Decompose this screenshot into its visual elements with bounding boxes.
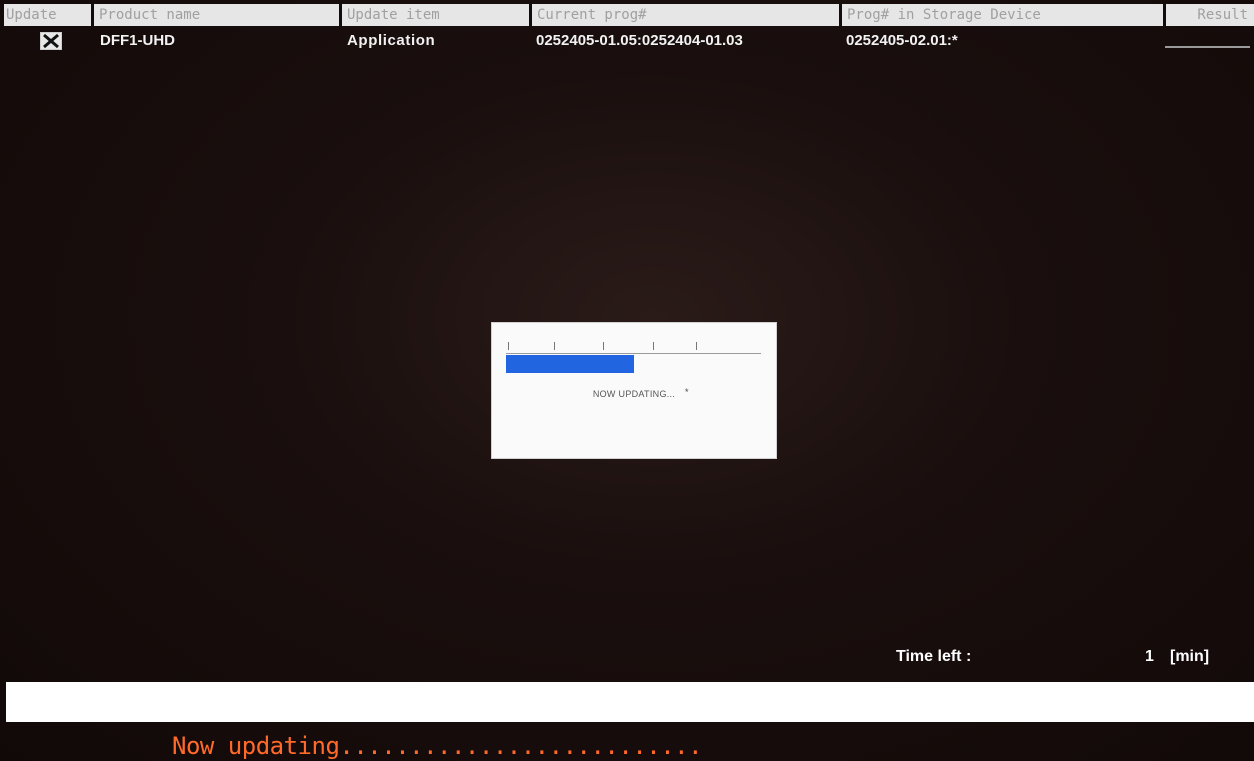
ruler-tick: [603, 342, 604, 350]
dialog-marker: *: [685, 387, 689, 397]
update-item-value: Application: [347, 32, 436, 49]
message-bar: [6, 682, 1254, 722]
ruler-tick: [508, 342, 509, 350]
update-screen: Update Product name Update item Current …: [0, 0, 1254, 761]
progress-bar-fill: [506, 355, 634, 373]
ruler-tick: [554, 342, 555, 350]
table-header: Update Product name Update item Current …: [4, 4, 1254, 28]
update-progress-dialog: NOW UPDATING... *: [491, 322, 777, 459]
update-checkbox[interactable]: [40, 32, 62, 50]
storage-prog-value: 0252405-02.01:*: [846, 32, 958, 49]
product-name-value: DFF1-UHD: [100, 32, 175, 49]
progress-ruler: [506, 341, 761, 354]
header-update-item: Update item: [342, 4, 532, 26]
progress-bar: [506, 355, 761, 373]
header-result: Result: [1166, 4, 1254, 26]
header-prog-in-storage: Prog# in Storage Device: [842, 4, 1166, 26]
dialog-message: NOW UPDATING...: [592, 389, 676, 399]
header-current-prog: Current prog#: [532, 4, 842, 26]
header-update: Update: [4, 4, 94, 26]
time-left-label: Time left :: [896, 648, 972, 665]
time-left-value: 1: [1145, 648, 1154, 665]
header-product-name: Product name: [94, 4, 342, 26]
ruler-tick: [696, 342, 697, 350]
table-row[interactable]: DFF1-UHD Application 0252405-01.05:02524…: [4, 30, 1254, 54]
status-message: Now updating..........................: [172, 732, 703, 760]
current-prog-value: 0252405-01.05:0252404-01.03: [536, 32, 743, 49]
checkbox-checked-icon: [43, 33, 59, 49]
ruler-tick: [653, 342, 654, 350]
time-left-unit: [min]: [1170, 648, 1210, 665]
result-divider: [1165, 46, 1250, 48]
